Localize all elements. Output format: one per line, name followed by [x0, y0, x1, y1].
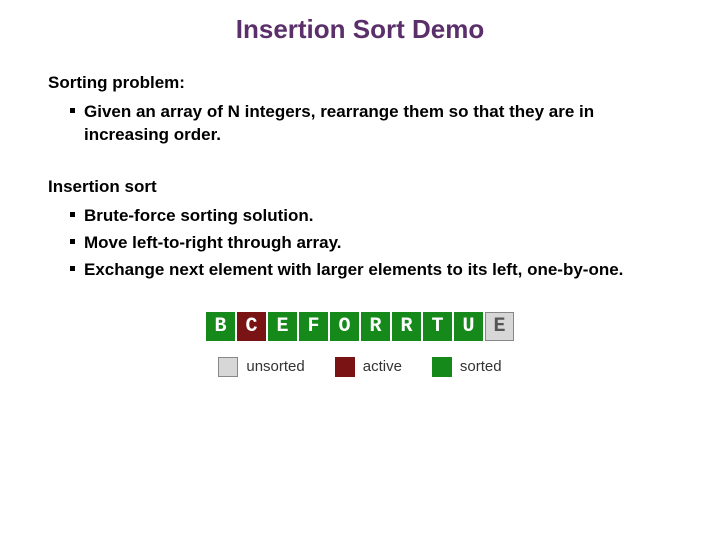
legend-active-label: active	[363, 358, 402, 375]
array-cell: O	[330, 312, 359, 341]
array-demo: BCEFORRTUE unsorted active sorted	[48, 312, 672, 377]
array-cell: C	[237, 312, 266, 341]
array-cell: E	[268, 312, 297, 341]
section1-heading: Sorting problem:	[48, 73, 672, 93]
array-cell: R	[361, 312, 390, 341]
swatch-sorted-icon	[432, 357, 452, 377]
legend-sorted: sorted	[432, 357, 502, 377]
legend-unsorted: unsorted	[218, 357, 304, 377]
array-cell: U	[454, 312, 483, 341]
legend-active: active	[335, 357, 402, 377]
bullet-item: Given an array of N integers, rearrange …	[70, 99, 672, 149]
bullet-item: Exchange next element with larger elemen…	[70, 257, 672, 284]
legend-sorted-label: sorted	[460, 358, 502, 375]
array-cell: F	[299, 312, 328, 341]
array-cell: T	[423, 312, 452, 341]
legend: unsorted active sorted	[218, 357, 501, 377]
swatch-unsorted-icon	[218, 357, 238, 377]
section2-heading: Insertion sort	[48, 177, 672, 197]
array-cell: R	[392, 312, 421, 341]
section1-bullets: Given an array of N integers, rearrange …	[48, 99, 672, 149]
array-cell: E	[485, 312, 514, 341]
array-cells-row: BCEFORRTUE	[206, 312, 514, 341]
array-cell: B	[206, 312, 235, 341]
section2-bullets: Brute-force sorting solution. Move left-…	[48, 203, 672, 284]
slide-title: Insertion Sort Demo	[48, 14, 672, 45]
bullet-item: Brute-force sorting solution.	[70, 203, 672, 230]
legend-unsorted-label: unsorted	[246, 358, 304, 375]
swatch-active-icon	[335, 357, 355, 377]
bullet-item: Move left-to-right through array.	[70, 230, 672, 257]
